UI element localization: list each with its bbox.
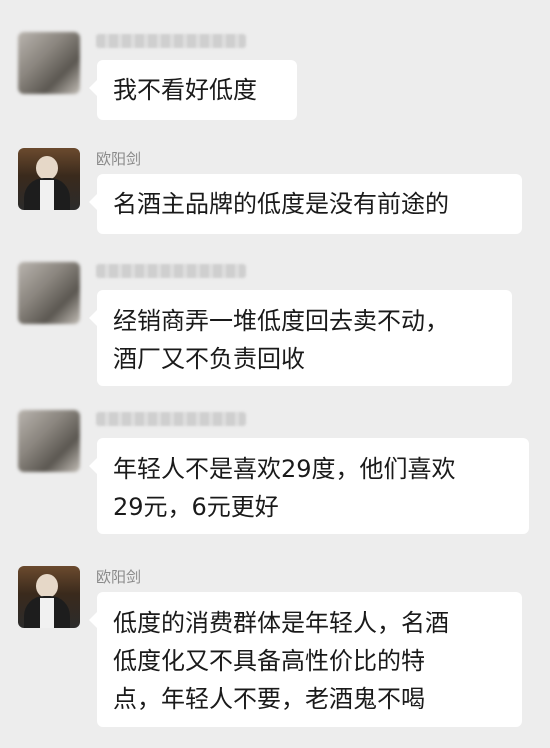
message-text: 酒厂又不负责回收 [113, 345, 305, 373]
message-text: 名酒主品牌的低度是没有前途的 [113, 190, 449, 218]
sender-name-blurred [96, 264, 246, 278]
avatar[interactable] [18, 32, 80, 94]
sender-name-blurred [96, 34, 246, 48]
message-text: 经销商弄一堆低度回去卖不动， [113, 307, 449, 335]
avatar[interactable] [18, 410, 80, 472]
message-bubble[interactable]: 低度的消费群体是年轻人，名酒 低度化又不具备高性价比的特 点，年轻人不要，老酒鬼… [89, 592, 522, 727]
message-bubble[interactable]: 年轻人不是喜欢29度，他们喜欢 29元，6元更好 [89, 438, 529, 534]
message-text: 29元，6元更好 [113, 493, 279, 521]
sender-name: 欧阳剑 [96, 150, 142, 168]
sender-name: 欧阳剑 [96, 568, 142, 586]
message-text: 年轻人不是喜欢29度，他们喜欢 [113, 455, 456, 483]
message-text: 低度化又不具备高性价比的特 [113, 647, 425, 675]
sender-name-blurred [96, 412, 246, 426]
message-text: 我不看好低度 [113, 76, 257, 104]
avatar[interactable] [18, 262, 80, 324]
message-text: 低度的消费群体是年轻人，名酒 [113, 609, 449, 637]
message-bubble[interactable]: 名酒主品牌的低度是没有前途的 [89, 174, 522, 234]
message-bubble[interactable]: 经销商弄一堆低度回去卖不动， 酒厂又不负责回收 [89, 290, 512, 386]
message-text: 点，年轻人不要，老酒鬼不喝 [113, 685, 425, 713]
avatar[interactable] [18, 148, 80, 210]
message-bubble[interactable]: 我不看好低度 [89, 60, 297, 120]
avatar[interactable] [18, 566, 80, 628]
